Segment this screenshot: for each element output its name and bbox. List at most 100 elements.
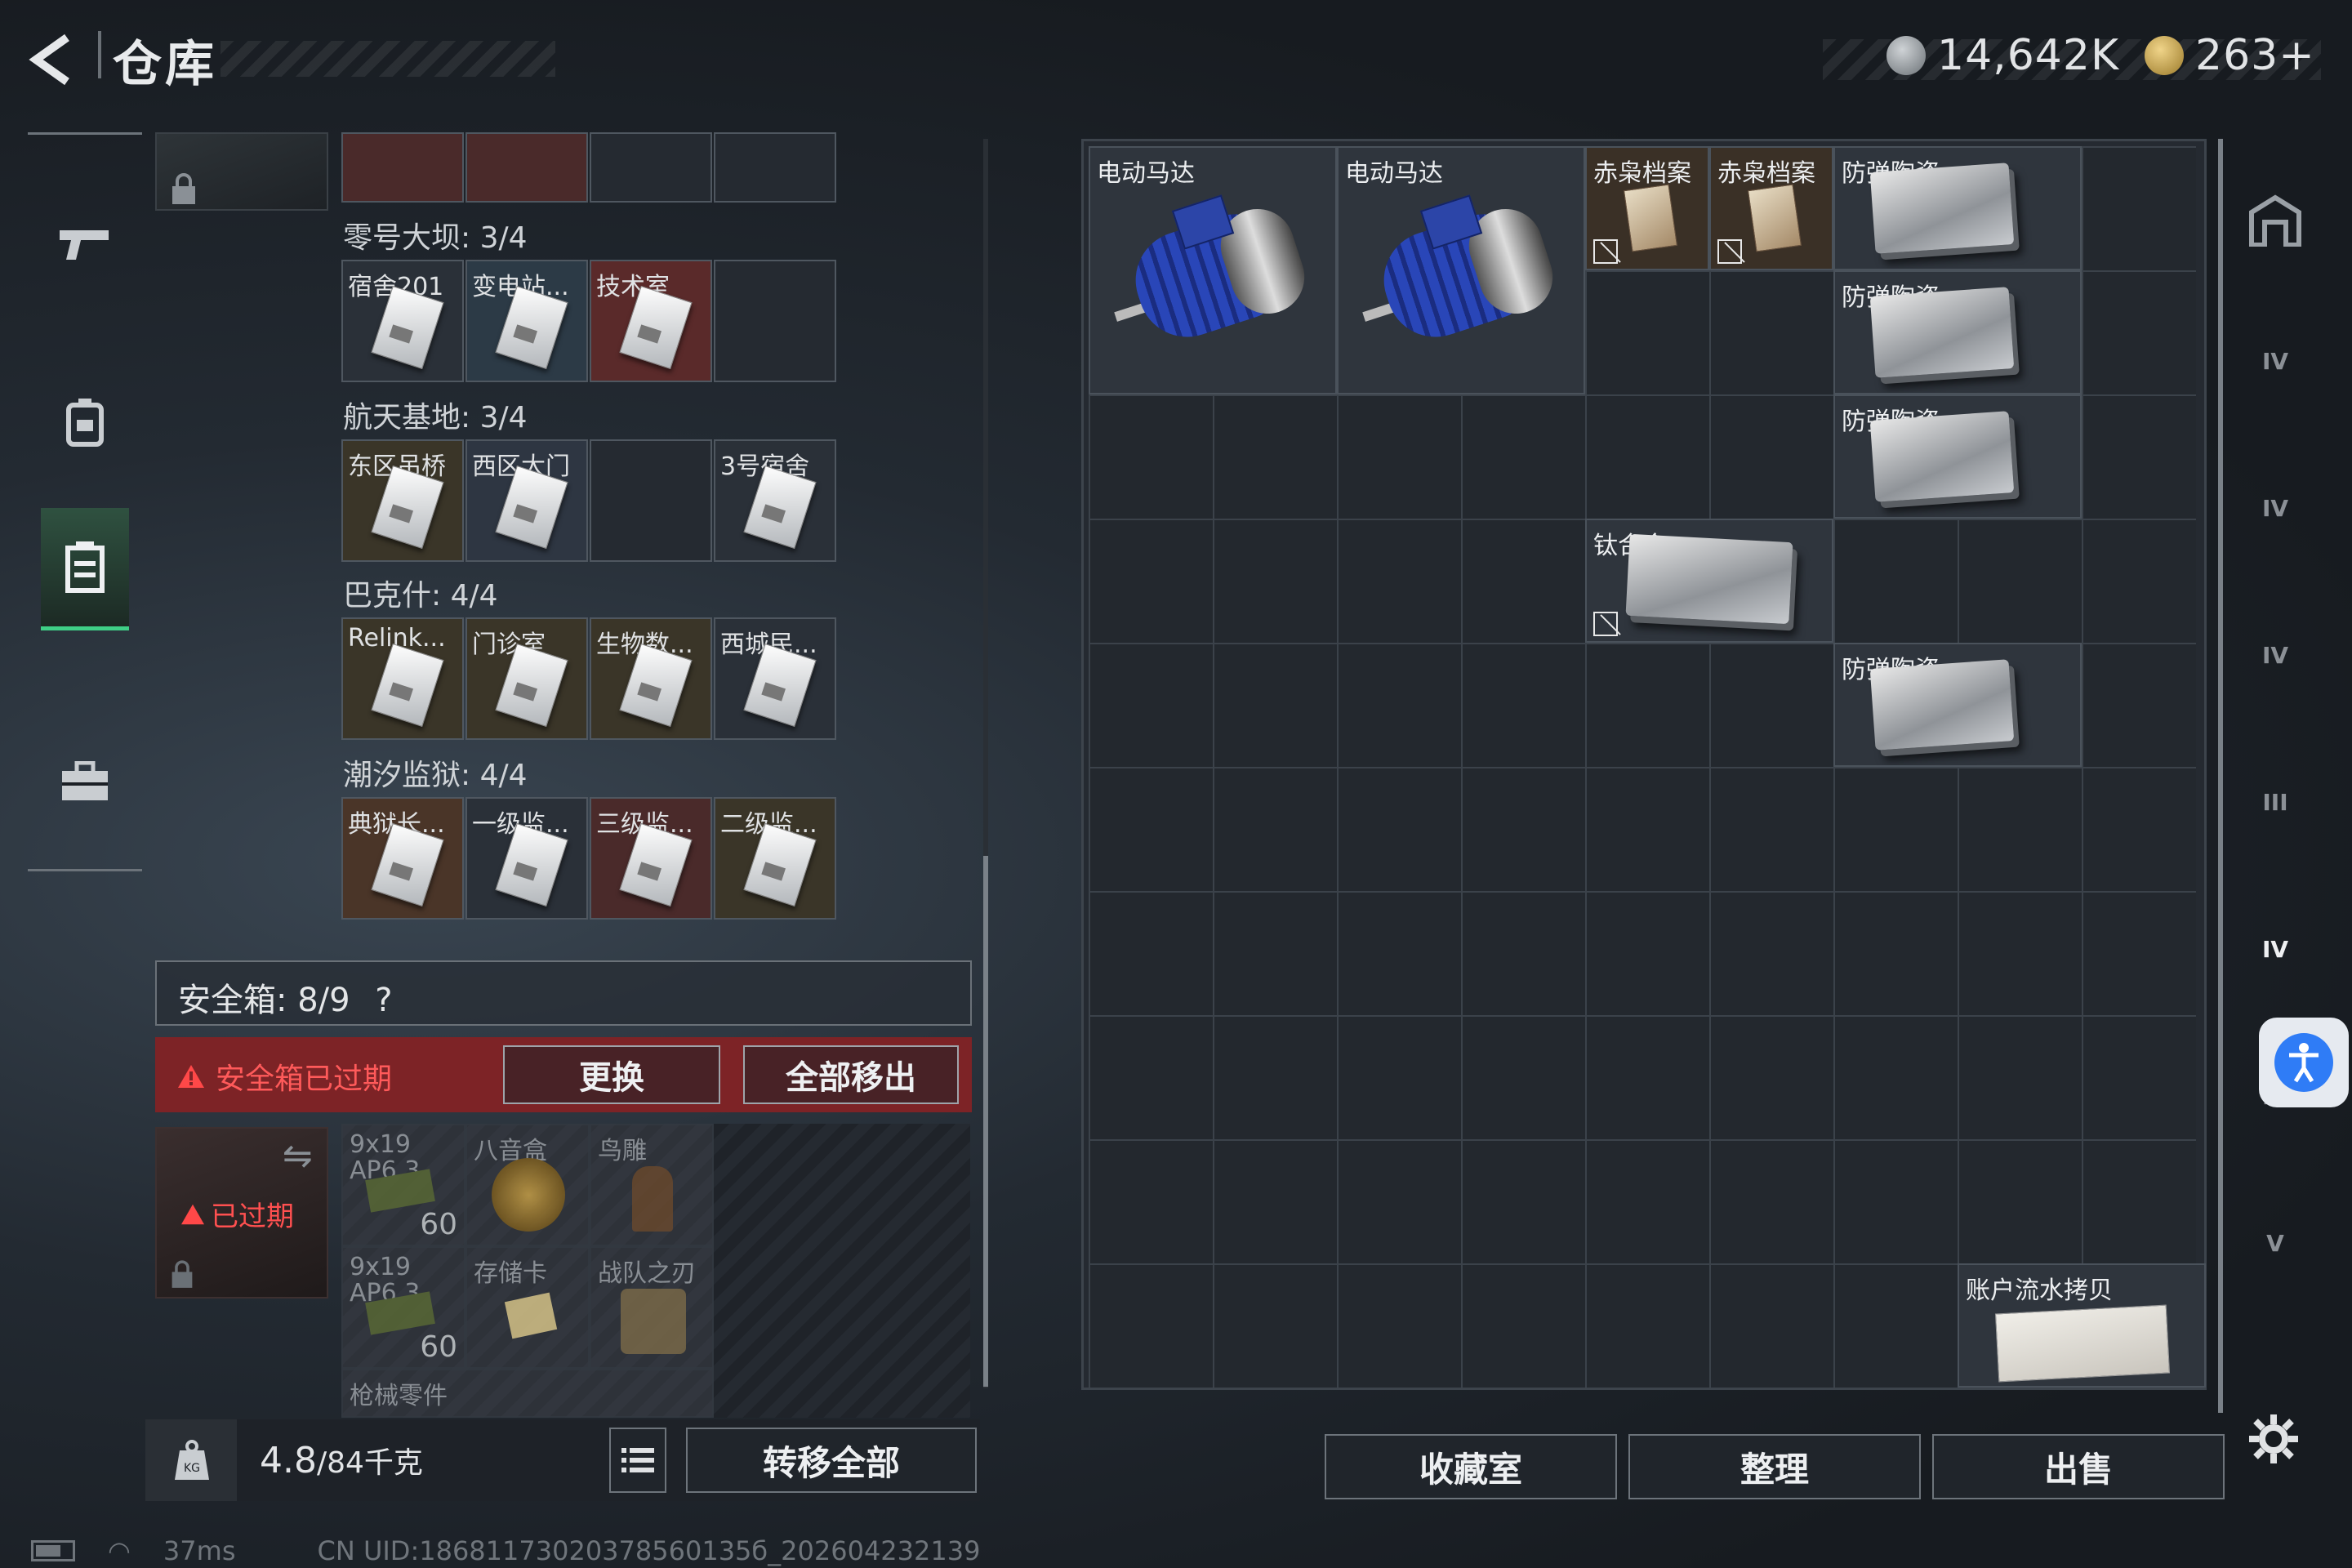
safe-item-team-blade[interactable]: 战队之刃 bbox=[590, 1246, 714, 1369]
stash-item-ceramic-plate[interactable]: 防弹陶瓷 bbox=[1833, 270, 2082, 394]
wifi-icon: ◠ bbox=[108, 1535, 131, 1566]
warning-icon bbox=[178, 1065, 204, 1088]
stash-item-electric-motor[interactable]: 电动马达 bbox=[1337, 146, 1585, 394]
key-case[interactable] bbox=[155, 132, 328, 211]
toolbox-tab[interactable] bbox=[41, 720, 129, 843]
accessibility-icon bbox=[2274, 1033, 2333, 1092]
safe-item-music-box[interactable]: 八音盒 bbox=[466, 1124, 590, 1246]
right-nav: IV IV IV III IV IV V bbox=[2226, 163, 2324, 1405]
warehouse-iv-icon-active[interactable]: IV bbox=[2241, 915, 2310, 983]
right-scrollbar[interactable] bbox=[2218, 139, 2223, 1413]
key-slot[interactable]: 门诊室 bbox=[466, 617, 588, 740]
keycard-image bbox=[371, 643, 444, 728]
stash-item-electric-motor[interactable]: 电动马达 bbox=[1089, 146, 1337, 394]
key-slot[interactable]: Relink... bbox=[341, 617, 464, 740]
ping-value: 37ms bbox=[163, 1535, 236, 1566]
gun-icon bbox=[60, 230, 109, 260]
backpack-icon bbox=[66, 399, 104, 447]
key-slot[interactable]: 二级监... bbox=[714, 797, 836, 920]
stash-item-red-owl-file[interactable]: 赤枭档案 bbox=[1709, 146, 1833, 270]
accessibility-button[interactable] bbox=[2259, 1018, 2349, 1107]
replace-button[interactable]: 更换 bbox=[503, 1045, 720, 1104]
empty-key-slot[interactable] bbox=[590, 439, 712, 562]
toolbox-icon bbox=[62, 761, 108, 800]
key-slot[interactable]: 典狱长... bbox=[341, 797, 464, 920]
key-slot[interactable]: 宿舍201 bbox=[341, 260, 464, 382]
sell-button[interactable]: 出售 bbox=[1932, 1434, 2225, 1499]
safe-contents: 9x19 AP6.3 60 八音盒 鸟雕 9x19 AP6.3 60 存储卡 战队之刃 … bbox=[341, 1124, 970, 1418]
stash-item-red-owl-file[interactable]: 赤枭档案 bbox=[1585, 146, 1709, 270]
kg-weight-icon: KG bbox=[175, 1440, 209, 1480]
stash-item-ceramic-plate[interactable]: 防弹陶瓷 bbox=[1833, 146, 2082, 270]
status-bar: ◠ 37ms CN UID:18681173020378560135б_2026… bbox=[31, 1535, 980, 1566]
storage-home-icon[interactable] bbox=[2241, 186, 2310, 255]
back-arrow-icon[interactable] bbox=[24, 31, 82, 88]
stash-panel: 电动马达 电动马达 赤枭档案 赤枭档案 防弹陶瓷 防弹陶瓷 防弹陶瓷 钛合金 防… bbox=[1081, 139, 2207, 1390]
stash-item-ceramic-plate[interactable]: 防弹陶瓷 bbox=[1833, 394, 2082, 519]
weapon-tab[interactable] bbox=[41, 183, 129, 305]
lock-icon bbox=[172, 1260, 193, 1288]
key-slot[interactable]: 3号宿舍 bbox=[714, 439, 836, 562]
key-slot[interactable]: 西城民... bbox=[714, 617, 836, 740]
key-row-label: 潮汐监狱: 4/4 bbox=[343, 759, 528, 792]
key-row-label: 巴克什: 4/4 bbox=[343, 579, 498, 612]
safe-item-gun-parts[interactable]: 枪械零件 bbox=[341, 1369, 714, 1418]
safe-item-memory-card[interactable]: 存储卡 bbox=[466, 1246, 590, 1369]
inventory-footer: KG 4.8/84千克 转移全部 bbox=[145, 1419, 980, 1501]
stash-item-titanium-alloy[interactable]: 钛合金 bbox=[1585, 519, 1833, 643]
coin-icon bbox=[1886, 36, 1926, 75]
currency-coins: 14,642K bbox=[1886, 31, 2119, 80]
key-slot[interactable]: 西区大门 bbox=[466, 439, 588, 562]
key-row-label: 航天基地: 3/4 bbox=[343, 401, 528, 434]
key-slot[interactable]: 生物数... bbox=[590, 617, 712, 740]
warehouse-v-icon[interactable]: V bbox=[2241, 1209, 2310, 1277]
sort-button[interactable]: 整理 bbox=[1628, 1434, 1921, 1499]
left-nav bbox=[28, 132, 142, 872]
key-slot[interactable]: 东区吊桥 bbox=[341, 439, 464, 562]
uid-text: CN UID:18681173020378560135б_20260423213… bbox=[317, 1535, 981, 1566]
battery-icon bbox=[31, 1540, 75, 1561]
stash-item-ceramic-plate[interactable]: 防弹陶瓷 bbox=[1833, 643, 2082, 767]
collection-room-button[interactable]: 收藏室 bbox=[1325, 1434, 1617, 1499]
key-row-label: 零号大坝: 3/4 bbox=[343, 221, 528, 255]
motor-image bbox=[1114, 192, 1314, 355]
safe-box[interactable]: 已过期 ⇋ bbox=[155, 1127, 328, 1298]
currency-coins-value: 14,642K bbox=[1937, 31, 2120, 80]
weight-lock: KG bbox=[145, 1419, 237, 1501]
storage-icon bbox=[65, 541, 105, 593]
safe-item-ammo[interactable]: 9x19 AP6.3 60 bbox=[341, 1124, 466, 1246]
motor-image bbox=[1362, 192, 1562, 355]
warehouse-iv-icon-2[interactable]: IV bbox=[2241, 474, 2310, 542]
swap-icon[interactable]: ⇋ bbox=[283, 1135, 313, 1177]
safe-expired-bar: 安全箱已过期 更换 全部移出 bbox=[155, 1037, 972, 1112]
token-icon bbox=[2145, 36, 2184, 75]
warehouse-iv-icon-3[interactable]: IV bbox=[2241, 621, 2310, 689]
lock-icon bbox=[172, 173, 195, 204]
title-decoration bbox=[220, 41, 555, 77]
help-icon[interactable]: ? bbox=[375, 982, 392, 1019]
empty-key-slot[interactable] bbox=[714, 260, 836, 382]
key-slot[interactable]: 三级监... bbox=[590, 797, 712, 920]
transfer-all-button[interactable]: 转移全部 bbox=[686, 1428, 977, 1493]
stash-item-account-statement[interactable]: 账户流水拷贝 bbox=[1958, 1263, 2206, 1388]
backpack-tab[interactable] bbox=[41, 361, 129, 483]
left-scrollbar[interactable] bbox=[983, 139, 988, 1388]
list-view-button[interactable] bbox=[609, 1428, 666, 1493]
safe-item-ammo[interactable]: 9x19 AP6.3 60 bbox=[341, 1246, 466, 1369]
key-slot[interactable]: 变电站... bbox=[466, 260, 588, 382]
warning-icon bbox=[181, 1204, 204, 1224]
warehouse-iv-icon-1[interactable]: IV bbox=[2241, 327, 2310, 395]
remove-all-button[interactable]: 全部移出 bbox=[743, 1045, 959, 1104]
currency-tokens[interactable]: 263+ bbox=[2145, 31, 2315, 80]
warehouse-iii-icon[interactable]: III bbox=[2241, 768, 2310, 836]
list-icon bbox=[621, 1448, 654, 1472]
key-slot[interactable]: 一级监... bbox=[466, 797, 588, 920]
safe-item-bird-statue[interactable]: 鸟雕 bbox=[590, 1124, 714, 1246]
key-slot[interactable]: 技术室 bbox=[590, 260, 712, 382]
expired-warning: 安全箱已过期 bbox=[176, 1055, 392, 1098]
weight-readout: 4.8/84千克 bbox=[260, 1440, 423, 1481]
storage-tab[interactable] bbox=[41, 508, 129, 630]
settings-icon[interactable] bbox=[2247, 1413, 2300, 1468]
expired-label: 已过期 bbox=[180, 1194, 294, 1234]
safe-count: 安全箱: 8/9 bbox=[178, 982, 350, 1019]
